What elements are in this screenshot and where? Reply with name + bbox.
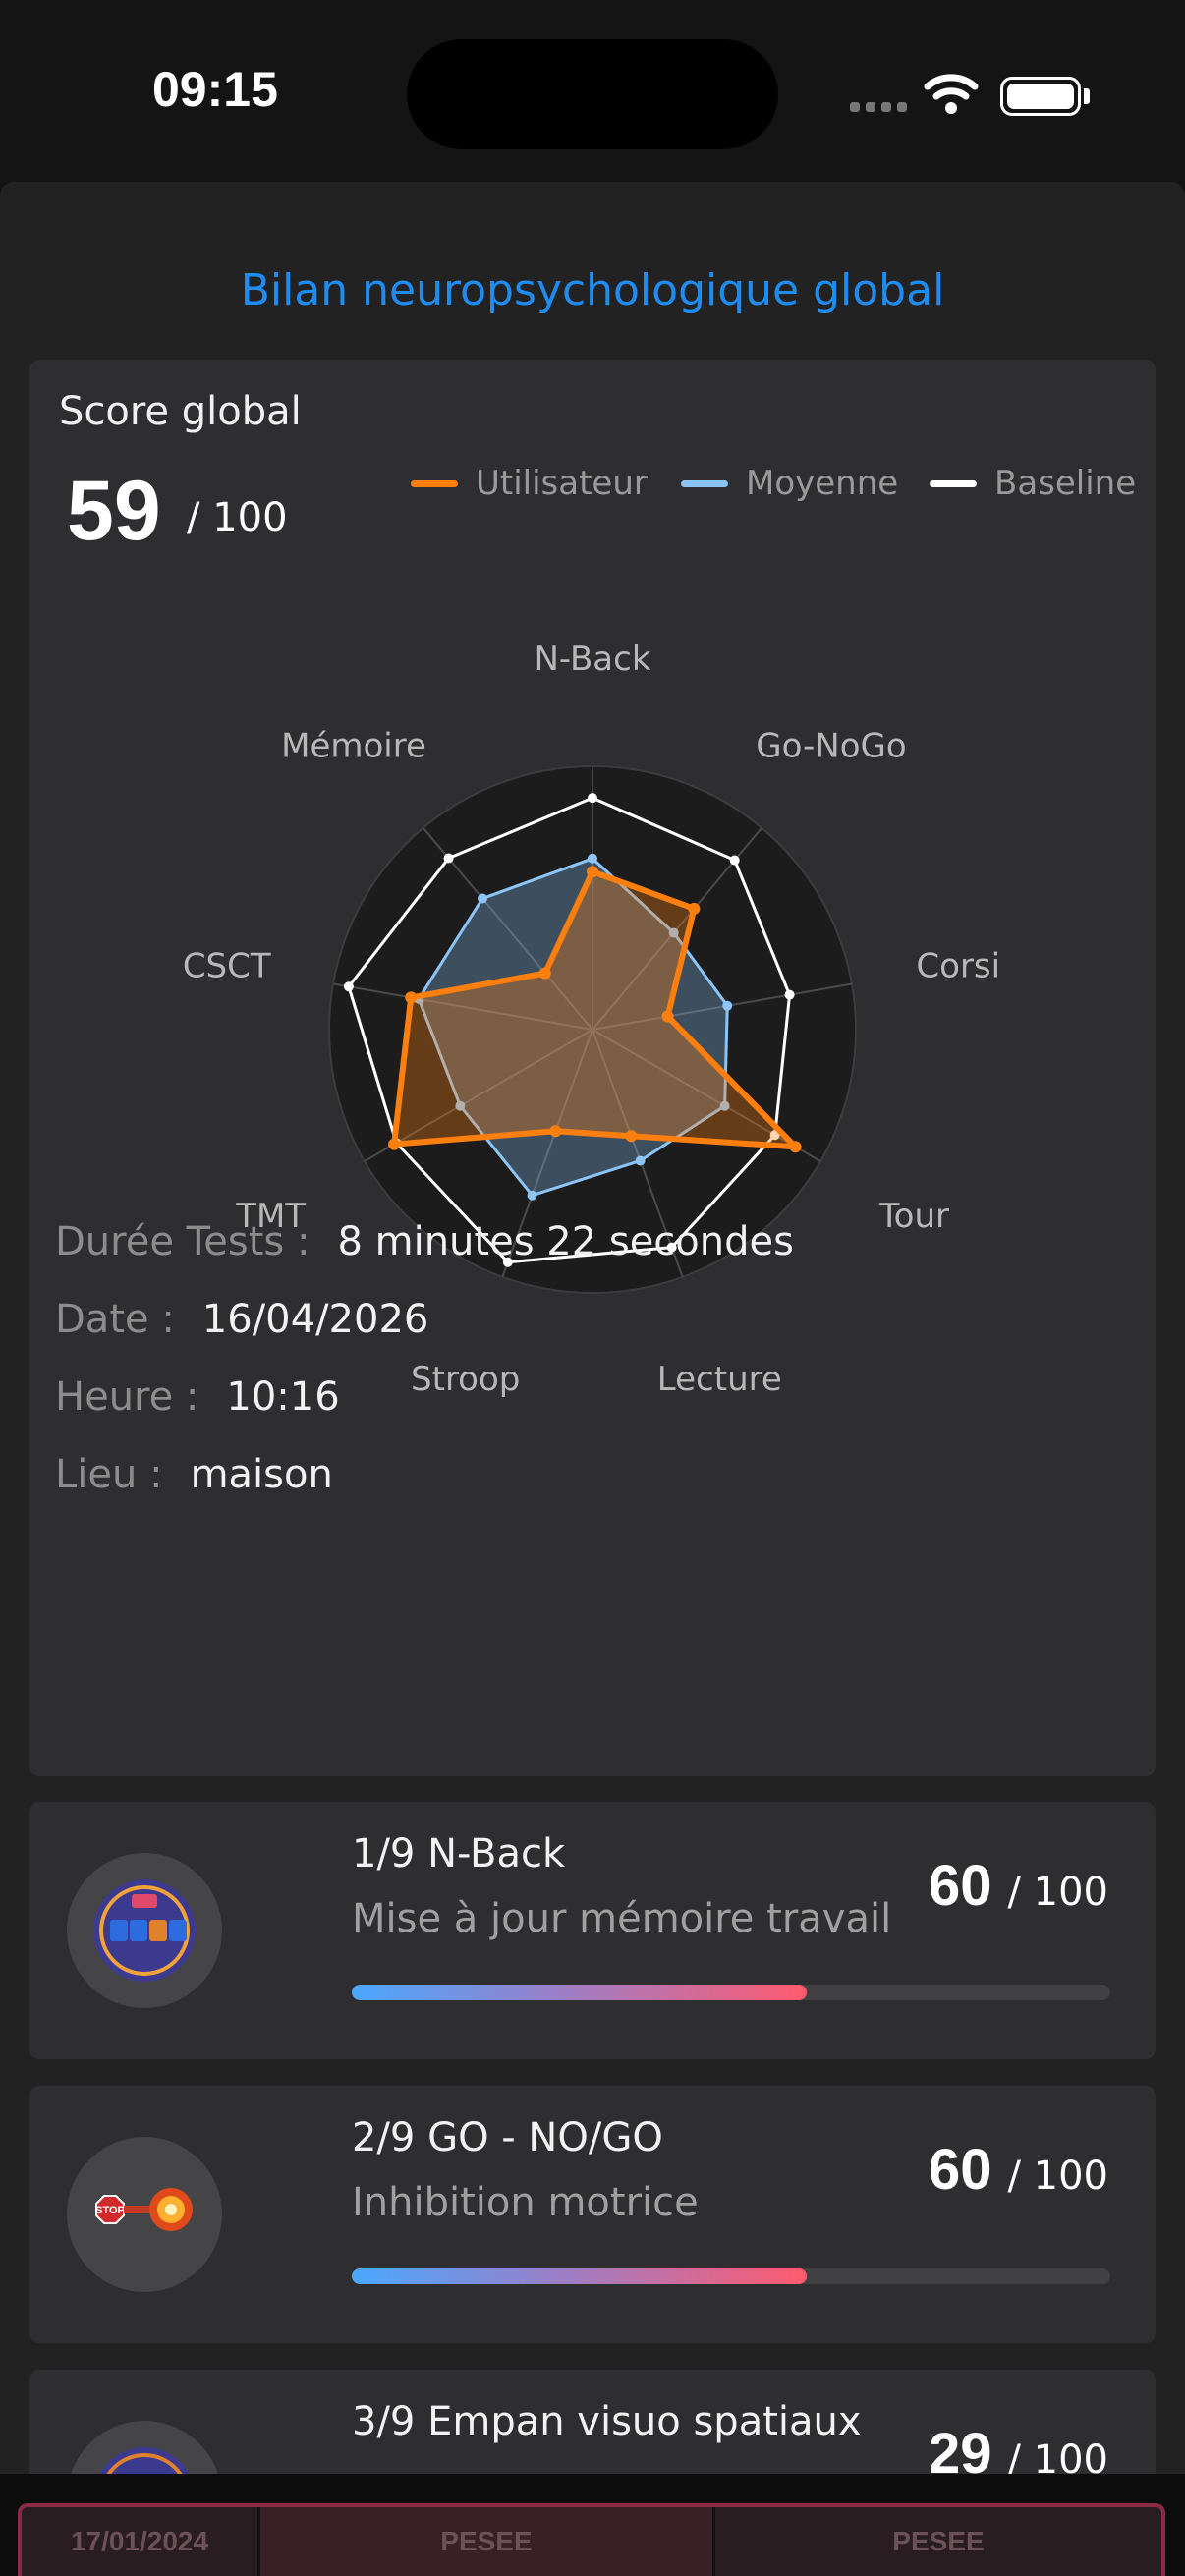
info-date-value: 16/04/2026: [201, 1297, 429, 1342]
test-score-max: / 100: [1007, 2154, 1108, 2199]
info-place-key: Lieu :: [55, 1452, 163, 1497]
radar-axis-label: Tour: [878, 1197, 949, 1236]
info-time-key: Heure :: [55, 1374, 199, 1420]
radar-point: [388, 1138, 401, 1150]
radar-point: [588, 793, 597, 804]
test-score: 60 / 100: [929, 2137, 1108, 2203]
radar-axis-label: Mémoire: [281, 726, 426, 765]
radar-point: [538, 967, 551, 980]
radar-point: [527, 1190, 537, 1201]
info-duration-key: Durée Tests :: [55, 1219, 310, 1264]
radar-point: [729, 855, 740, 866]
info-date-key: Date :: [55, 1297, 175, 1342]
radar-chart: N-BackGo-NoGoCorsiTourLectureStroopTMTCS…: [183, 640, 1000, 1399]
radar-axis-label: Lecture: [657, 1360, 782, 1399]
dynamic-island: [407, 39, 778, 149]
info-time: Heure : 10:16: [55, 1374, 340, 1420]
n-back-icon: [67, 1853, 222, 2008]
info-duration: Durée Tests : 8 minutes 22 secondes: [55, 1219, 794, 1264]
radar-axis-label: Corsi: [916, 946, 1000, 985]
radar-point: [405, 991, 418, 1004]
wifi-icon: [924, 74, 979, 114]
test-card-go-nogo[interactable]: STOP 2/9 GO - NO/GO Inhibition motrice 6…: [29, 2086, 1156, 2343]
test-score-value: 60: [928, 2138, 992, 2202]
radar-point: [443, 853, 454, 864]
battery-cap: [1084, 88, 1090, 104]
info-place-value: maison: [190, 1452, 333, 1497]
bottom-tab-date[interactable]: 17/01/2024: [22, 2507, 257, 2576]
stop-go-icon: STOP: [67, 2137, 222, 2292]
page-title: Bilan neuropsychologique global: [240, 265, 945, 315]
radar-axis-label: Go-NoGo: [756, 726, 906, 765]
global-score-card: Score global 59 / 100 Utilisateur Moyenn…: [29, 360, 1156, 1776]
radar-point: [661, 1010, 674, 1023]
info-date: Date : 16/04/2026: [55, 1297, 428, 1342]
test-score-value: 60: [928, 1854, 992, 1918]
test-score: 60 / 100: [929, 1853, 1108, 1919]
radar-point: [722, 1000, 733, 1011]
test-progress-track: [352, 1985, 1110, 2000]
radar-axis-label: Stroop: [411, 1360, 520, 1399]
radar-point: [343, 981, 354, 992]
radar-point: [789, 1141, 802, 1153]
test-subtitle: Inhibition motrice: [352, 2180, 699, 2225]
radar-point: [625, 1130, 638, 1143]
test-card-n-back[interactable]: 1/9 N-Back Mise à jour mémoire travail 6…: [29, 1802, 1156, 2059]
bottom-tab-pesee-1[interactable]: PESEE: [260, 2507, 712, 2576]
radar-point: [587, 866, 598, 878]
test-title: 3/9 Empan visuo spatiaux: [352, 2399, 862, 2444]
battery-icon: [1000, 77, 1081, 116]
info-time-value: 10:16: [226, 1374, 340, 1420]
radar-point: [478, 893, 488, 904]
radar-axis-label: CSCT: [183, 946, 271, 985]
svg-text:STOP: STOP: [95, 2205, 125, 2216]
test-progress-fill: [352, 2268, 808, 2284]
radar-axis-label: N-Back: [534, 640, 650, 679]
status-time: 09:15: [152, 62, 278, 117]
radar-point: [549, 1125, 562, 1138]
test-score-max: / 100: [1007, 1870, 1108, 1915]
test-progress-fill: [352, 1985, 808, 2000]
info-duration-value: 8 minutes 22 secondes: [337, 1219, 794, 1264]
info-place: Lieu : maison: [55, 1452, 333, 1497]
test-subtitle: Mise à jour mémoire travail: [352, 1896, 892, 1941]
test-progress-track: [352, 2268, 1110, 2284]
radar-point: [635, 1155, 646, 1166]
test-title: 2/9 GO - NO/GO: [352, 2115, 663, 2160]
test-title: 1/9 N-Back: [352, 1831, 566, 1876]
bottom-tab-pesee-2[interactable]: PESEE: [715, 2507, 1161, 2576]
radar-point: [588, 853, 597, 864]
radar-point: [784, 989, 795, 1000]
signal-icon: [850, 102, 907, 112]
radar-point: [688, 902, 701, 915]
status-bar: 09:15: [0, 0, 1185, 182]
